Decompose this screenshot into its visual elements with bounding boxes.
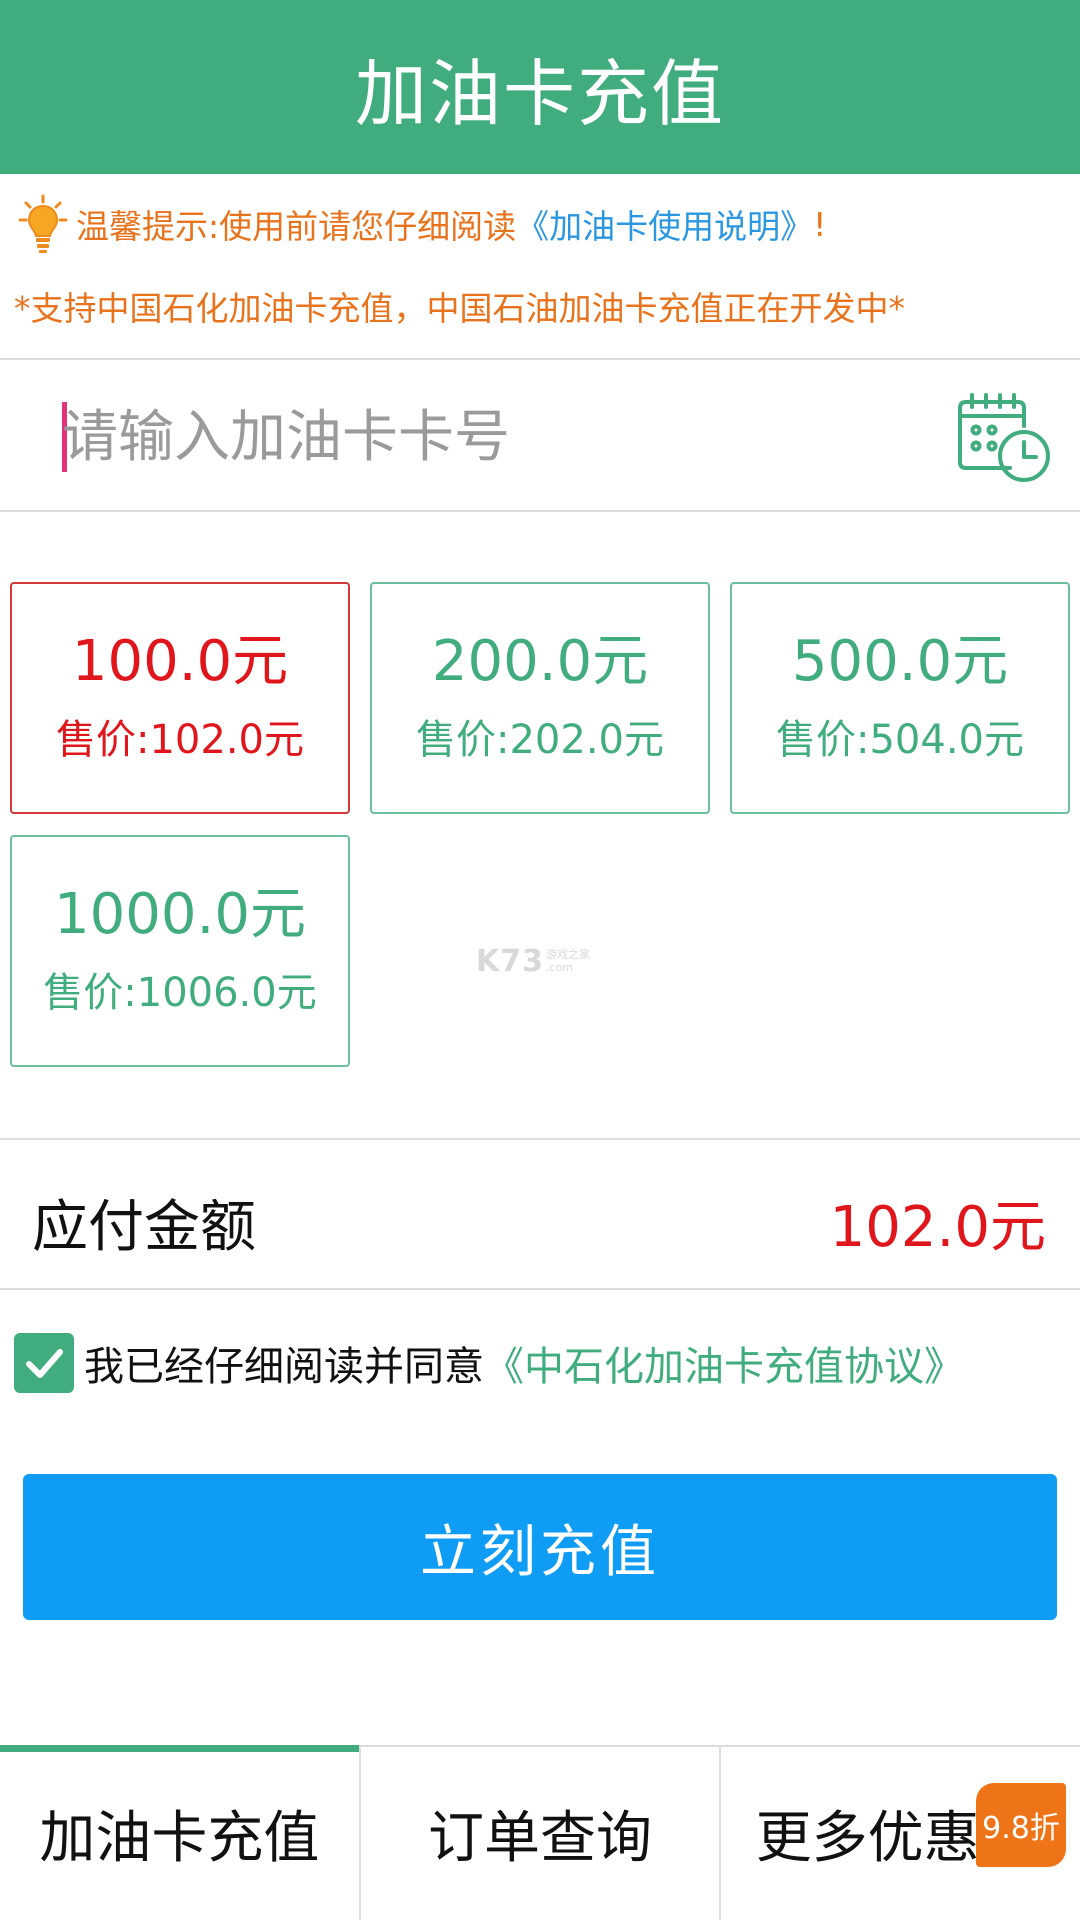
face-value: 100.0元	[71, 629, 289, 695]
amount-option-1000[interactable]: 1000.0元 售价:1006.0元	[10, 835, 350, 1067]
tab-label: 订单查询	[428, 1806, 652, 1871]
face-value: 500.0元	[791, 629, 1009, 695]
discount-badge: 9.8折	[976, 1783, 1067, 1867]
watermark-sub: 游戏之家 .com	[546, 949, 590, 973]
amount-option-500[interactable]: 500.0元 售价:504.0元	[730, 582, 1070, 814]
agreement-text: 我已经仔细阅读并同意	[84, 1344, 484, 1390]
watermark-sub2: .com	[546, 960, 573, 974]
payment-row: 应付金额 102.0元	[0, 1138, 1080, 1290]
watermark-logo: K73 游戏之家 .com	[476, 944, 590, 979]
card-number-row	[0, 360, 1080, 512]
sale-price: 售价:1006.0元	[43, 969, 317, 1016]
agreement-checkbox[interactable]	[14, 1333, 74, 1393]
face-value: 200.0元	[431, 629, 649, 695]
face-value: 1000.0元	[54, 882, 306, 948]
sale-price: 售价:504.0元	[776, 716, 1024, 763]
notice-section: 温馨提示:使用前请您仔细阅读 《加油卡使用说明》 ! *支持中国石化加油卡充值，…	[0, 174, 1080, 360]
recharge-now-button[interactable]: 立刻充值	[23, 1474, 1057, 1620]
title-bar: 加油卡充值	[0, 0, 1080, 174]
watermark-main: K73	[476, 944, 544, 979]
agreement-row: 我已经仔细阅读并同意 《中石化加油卡充值协议》	[14, 1330, 964, 1396]
tab-label: 更多优惠	[755, 1806, 980, 1871]
tab-more-offers[interactable]: 更多优惠 9.8折	[721, 1747, 1080, 1920]
amount-option-200[interactable]: 200.0元 售价:202.0元	[370, 582, 710, 814]
bottom-tab-bar: 加油卡充值 订单查询 更多优惠 9.8折	[0, 1745, 1080, 1920]
tip-text: 温馨提示:使用前请您仔细阅读	[76, 207, 517, 246]
calendar-clock-icon[interactable]	[954, 390, 1050, 486]
tip-end: !	[813, 204, 827, 244]
payment-amount: 102.0元	[829, 1195, 1046, 1260]
lightbulb-icon	[18, 194, 68, 253]
tab-orders[interactable]: 订单查询	[361, 1747, 722, 1920]
amount-option-100[interactable]: 100.0元 售价:102.0元	[10, 582, 350, 814]
support-notice: *支持中国石化加油卡充值，中国石油加油卡充值正在开发中*	[14, 289, 905, 328]
checkmark-icon	[26, 1349, 63, 1378]
card-number-input[interactable]	[62, 392, 882, 482]
payment-label: 应付金额	[32, 1195, 256, 1260]
sale-price: 售价:102.0元	[56, 716, 304, 763]
app-root: 加油卡充值 温馨提示:使用前请您仔细阅读 《加油卡使用说明》 ! *支持中国石化…	[0, 0, 1080, 1920]
tab-recharge[interactable]: 加油卡充值	[0, 1745, 361, 1920]
tab-label: 加油卡充值	[39, 1806, 320, 1871]
tip-row: 温馨提示:使用前请您仔细阅读 《加油卡使用说明》 !	[18, 194, 827, 253]
sale-price: 售价:202.0元	[416, 716, 664, 763]
page-title: 加油卡充值	[354, 51, 725, 136]
usage-guide-link[interactable]: 《加油卡使用说明》	[516, 200, 813, 248]
agreement-link[interactable]: 《中石化加油卡充值协议》	[484, 1334, 964, 1392]
watermark-sub1: 游戏之家	[546, 948, 590, 962]
